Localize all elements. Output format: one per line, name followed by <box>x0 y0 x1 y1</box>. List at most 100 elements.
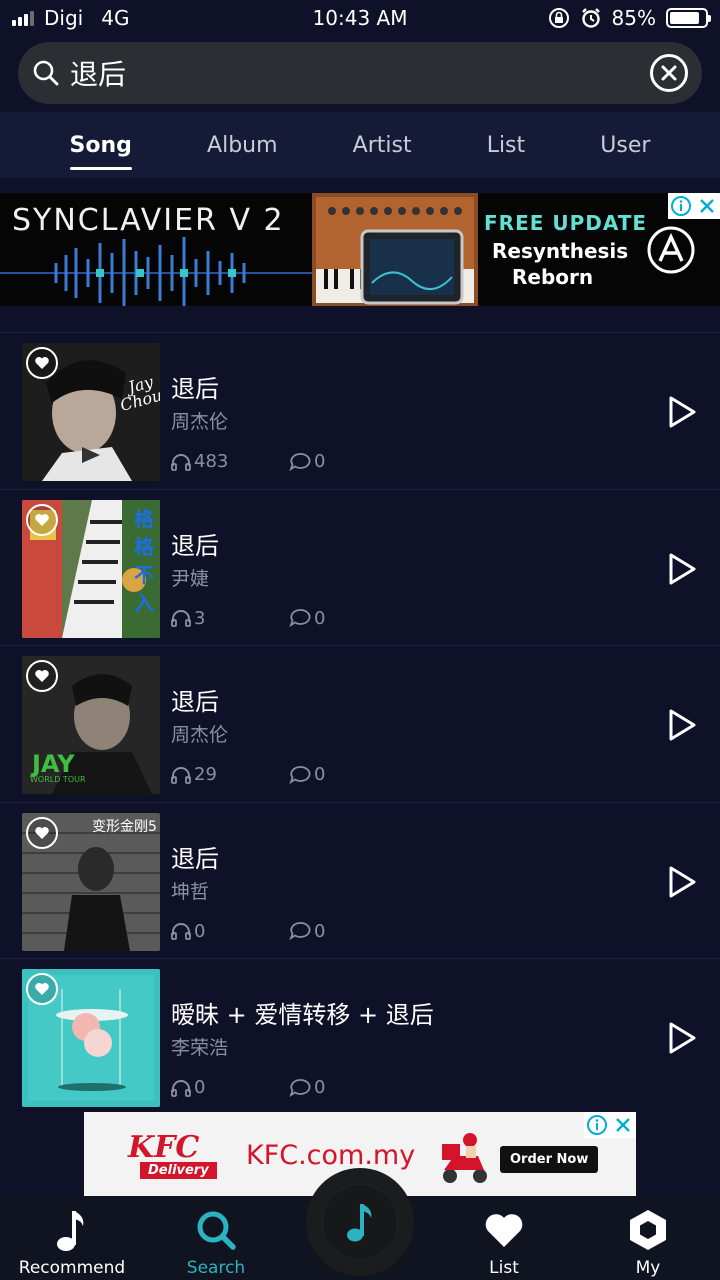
album-cover[interactable]: JAY WORLD TOUR <box>22 656 160 794</box>
nav-search-label: Search <box>186 1258 246 1278</box>
ad-url: KFC.com.my <box>246 1140 416 1171</box>
comment-count: 0 <box>289 1077 325 1098</box>
favorite-button[interactable] <box>26 816 58 849</box>
ad-promo-line1: FREE UPDATE <box>484 211 648 235</box>
search-icon <box>33 60 59 86</box>
search-bar[interactable] <box>18 42 702 104</box>
nav-my[interactable]: My <box>576 1196 720 1280</box>
comment-count: 0 <box>289 451 325 472</box>
ad-controls <box>668 193 720 219</box>
album-cover[interactable]: 变形金刚5 <box>22 812 160 951</box>
ad-promo-line3: Reborn <box>512 265 594 289</box>
music-note-icon <box>57 1211 84 1251</box>
svg-text:变形金刚5: 变形金刚5 <box>92 819 157 835</box>
tab-song[interactable]: Song <box>60 127 142 170</box>
now-playing-button[interactable] <box>306 1168 414 1276</box>
album-cover[interactable]: 格 格 不 入 <box>22 499 160 638</box>
order-now-button[interactable]: Order Now <box>500 1146 599 1173</box>
hexagon-profile-icon <box>630 1210 666 1250</box>
clear-search-button[interactable] <box>650 54 688 92</box>
favorite-button[interactable] <box>26 973 58 1005</box>
svg-text:WORLD TOUR: WORLD TOUR <box>30 775 86 784</box>
headphones-icon <box>171 610 191 627</box>
song-stats: 483 0 <box>171 451 325 472</box>
svg-text:格: 格 <box>134 535 155 559</box>
album-cover[interactable] <box>22 969 160 1107</box>
search-icon <box>197 1211 236 1250</box>
play-count: 3 <box>171 608 205 629</box>
nav-search[interactable]: Search <box>144 1196 288 1280</box>
song-stats: 29 0 <box>171 764 325 785</box>
play-icon[interactable] <box>666 552 698 586</box>
comment-icon <box>289 765 311 784</box>
nav-list-label: List <box>489 1258 519 1278</box>
battery-icon <box>666 8 711 28</box>
song-title: 退后 <box>171 531 219 560</box>
song-row[interactable]: 暧昧 + 爱情转移 + 退后 李荣浩 0 0 <box>0 958 720 1115</box>
comment-icon <box>289 1078 311 1097</box>
song-title: 退后 <box>171 844 219 873</box>
search-input[interactable] <box>70 56 650 90</box>
nav-my-label: My <box>635 1258 661 1278</box>
music-note-icon <box>347 1204 372 1242</box>
alarm-icon <box>581 8 600 28</box>
ad-left-panel: SYNCLAVIER V 2 <box>0 193 312 306</box>
headphones-icon <box>171 766 191 784</box>
play-icon[interactable] <box>666 865 698 899</box>
play-count-value: 29 <box>194 764 217 785</box>
song-artist: 坤哲 <box>171 880 210 903</box>
signal-icon <box>12 10 34 26</box>
song-row[interactable]: Jay Chou 退后 周杰伦 483 0 <box>0 332 720 489</box>
headphones-icon <box>171 923 191 940</box>
favorite-button[interactable] <box>26 347 58 379</box>
nav-list[interactable]: List <box>432 1196 576 1280</box>
svg-text:JAY: JAY <box>30 750 75 778</box>
comment-count: 0 <box>289 608 325 629</box>
album-cover[interactable]: Jay Chou <box>22 343 160 481</box>
song-title: 退后 <box>171 375 219 403</box>
play-count: 483 <box>171 451 228 472</box>
play-count-value: 483 <box>194 451 229 472</box>
status-right: 85% <box>548 6 711 30</box>
favorite-button[interactable] <box>26 503 58 536</box>
heart-icon <box>35 357 49 369</box>
ad-controls <box>584 1112 636 1138</box>
status-left: Digi 4G <box>12 6 129 30</box>
comment-count-value: 0 <box>314 764 326 785</box>
ad-close-icon[interactable] <box>694 193 720 219</box>
comment-count-value: 0 <box>314 1077 326 1098</box>
nav-recommend-label: Recommend <box>18 1258 126 1278</box>
song-artist: 李荣浩 <box>171 1037 229 1059</box>
play-icon[interactable] <box>666 708 698 742</box>
delivery-rider-icon <box>442 1133 487 1183</box>
status-bar: Digi 4G 10:43 AM 85% <box>0 0 720 36</box>
play-icon[interactable] <box>666 395 698 429</box>
song-row[interactable]: 变形金刚5 退后 坤哲 0 0 <box>0 801 720 959</box>
comment-count-value: 0 <box>314 607 326 629</box>
favorite-button[interactable] <box>26 660 58 692</box>
play-icon[interactable] <box>666 1021 698 1055</box>
ad-info-icon[interactable] <box>584 1112 610 1138</box>
nav-recommend[interactable]: Recommend <box>0 1196 144 1280</box>
tab-artist[interactable]: Artist <box>343 127 422 164</box>
tab-album[interactable]: Album <box>197 127 288 164</box>
waveform-graphic <box>0 237 312 306</box>
song-row[interactable]: JAY WORLD TOUR 退后 周杰伦 29 0 <box>0 645 720 802</box>
ad-info-icon[interactable] <box>668 193 694 219</box>
heart-icon <box>35 670 49 682</box>
comment-icon <box>289 452 311 471</box>
ad-banner-top[interactable]: SYNCLAVIER V 2 FREE UPDATE Resynthesis R… <box>0 193 720 306</box>
heart-icon <box>485 1214 523 1247</box>
song-stats: 0 0 <box>171 1077 325 1098</box>
comment-count: 0 <box>289 764 325 785</box>
heart-icon <box>35 513 49 526</box>
svg-text:格: 格 <box>134 507 155 531</box>
song-row[interactable]: 格 格 不 入 退后 尹婕 3 0 <box>0 488 720 646</box>
tab-list[interactable]: List <box>477 127 535 164</box>
comment-count-value: 0 <box>314 920 326 942</box>
kfc-logo: KFC <box>128 1130 200 1165</box>
song-stats: 3 0 <box>171 608 325 629</box>
result-type-tabs: Song Album Artist List User <box>0 112 720 178</box>
ad-close-icon[interactable] <box>610 1112 636 1138</box>
tab-user[interactable]: User <box>590 127 660 164</box>
